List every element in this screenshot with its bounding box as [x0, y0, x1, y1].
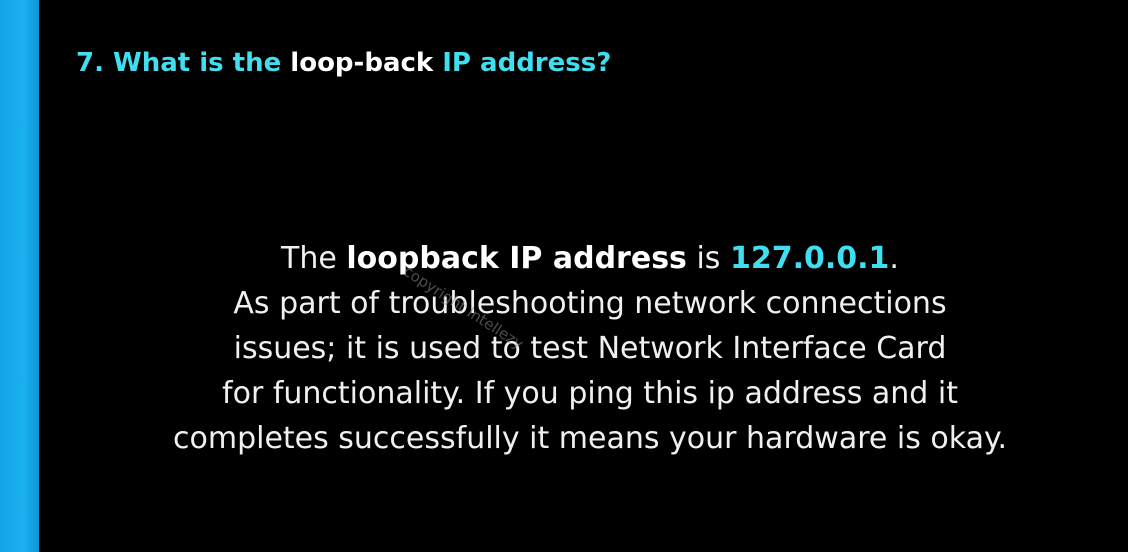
answer-pre: The: [281, 241, 347, 276]
title-suffix: IP address?: [433, 48, 612, 78]
answer-term: loopback IP address: [346, 241, 687, 276]
title-highlight: loop-back: [290, 48, 434, 78]
question-title: 7. What is the loop-back IP address?: [76, 43, 611, 83]
title-prefix: 7. What is the: [76, 48, 291, 78]
answer-line-3: issues; it is used to test Network Inter…: [233, 331, 947, 366]
answer-line-1: The loopback IP address is 127.0.0.1.: [60, 236, 1120, 281]
slide: 7. What is the loop-back IP address? The…: [0, 0, 1128, 552]
answer-line-4: for functionality. If you ping this ip a…: [222, 376, 958, 411]
answer-mid: is: [686, 241, 730, 276]
loopback-ip: 127.0.0.1: [729, 241, 890, 276]
answer-text: The loopback IP address is 127.0.0.1. As…: [60, 236, 1120, 461]
answer-line-5: completes successfully it means your har…: [173, 421, 1007, 456]
answer-post: .: [889, 241, 899, 276]
accent-sidebar: [0, 0, 39, 552]
answer-line-2: As part of troubleshooting network conne…: [233, 286, 947, 321]
